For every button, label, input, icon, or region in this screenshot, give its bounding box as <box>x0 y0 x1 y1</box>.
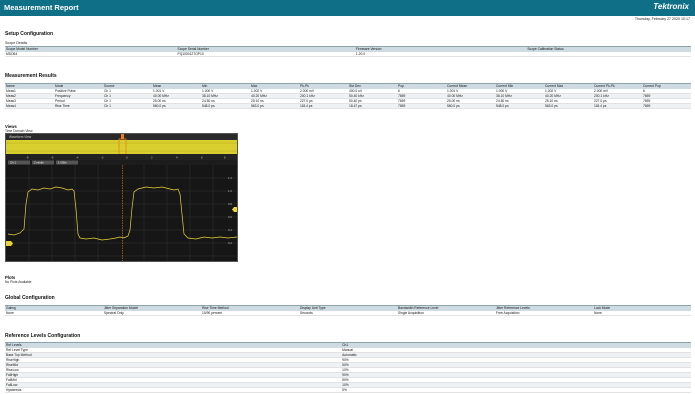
svg-text:0.2: 0.2 <box>228 241 232 245</box>
results-table: Name Mode Source Mean Min Max Pk-Pk Std … <box>5 83 691 109</box>
table-cell: 1.20.0 <box>354 51 527 57</box>
channel-1-offset-marker[interactable] <box>6 241 13 246</box>
svg-text:-6: -6 <box>51 156 54 160</box>
svg-text:0.8: 0.8 <box>228 202 232 206</box>
table-cell: None <box>593 310 691 316</box>
table-cell: Meas4 <box>5 103 54 109</box>
table-cell <box>526 51 691 57</box>
reference-levels-table: Ref Levels Ch1 Ref Level Type Manual Base… <box>5 342 691 393</box>
table-cell: 7659 <box>397 103 446 109</box>
table-row: Meas4 Rise Time Ch 1 560.0 ps 548.0 ps 5… <box>5 103 691 109</box>
table-cell: 18.47 ps <box>348 103 397 109</box>
svg-text:-2: -2 <box>101 156 104 160</box>
report-date: Thursday, February 27 2020 10:17 <box>634 17 690 21</box>
svg-text:0.6: 0.6 <box>228 215 232 219</box>
table-cell: Seconds <box>299 310 397 316</box>
reference-section-title: Reference Levels Configuration <box>5 333 81 339</box>
svg-text:1.2: 1.2 <box>228 176 232 180</box>
brand-logo: Tektronix <box>653 2 689 11</box>
table-cell: 118.4 ps <box>299 103 348 109</box>
table-cell: Free Acquisition <box>495 310 593 316</box>
table-cell: 5% <box>341 387 691 393</box>
channel-badge-label: Ch 1 <box>10 161 16 165</box>
time-axis-bar <box>6 154 237 160</box>
waveform-view-badge: Waveform View <box>9 135 32 139</box>
report-banner: Measurement Report Tektronix <box>0 0 695 16</box>
global-config-table: Gating Jitter Separation Model Rise Time… <box>5 305 691 316</box>
table-cell: Ch 1 <box>103 103 152 109</box>
svg-text:-8: -8 <box>26 156 29 160</box>
no-plots-note: No Plots Available <box>5 280 32 284</box>
table-cell: 563.0 ps <box>250 103 299 109</box>
svg-text:-4: -4 <box>76 156 79 160</box>
table-row: None Spectral Only 10/90 percent Seconds… <box>5 310 691 316</box>
trigger-position-marker[interactable] <box>121 134 124 139</box>
table-cell: 7659 <box>642 103 691 109</box>
trigger-level-marker[interactable] <box>232 207 238 212</box>
table-cell: 560.0 ps <box>152 103 201 109</box>
table-cell: 563.0 ps <box>544 103 593 109</box>
waveform-view: Waveform View -8 -6 -4 -2 0 2 468 Ch 1 2 ns/… <box>6 134 238 261</box>
oscilloscope-screenshot: Waveform View -8 -6 -4 -2 0 2 468 Ch 1 2 ns/… <box>5 133 238 262</box>
table-cell: 548.0 ps <box>495 103 544 109</box>
table-cell: Rise Time <box>54 103 103 109</box>
report-title: Measurement Report <box>4 3 79 12</box>
time-domain-view-label: Time Domain View <box>5 128 33 133</box>
scope-details-label: Scope Details <box>5 41 28 45</box>
timebase-badge-label: 2 ns/div <box>34 161 44 165</box>
table-cell: PQ100012TOP10 <box>176 51 355 57</box>
vertical-scale-labels: 1.2 1.0 0.8 0.6 0.4 0.2 <box>228 176 232 245</box>
record-overview-strip <box>6 140 237 154</box>
table-cell: 560.0 ps <box>446 103 495 109</box>
results-section-title: Measurement Results <box>5 73 57 79</box>
table-cell: 10/90 percent <box>201 310 299 316</box>
svg-text:0.4: 0.4 <box>228 228 232 232</box>
setup-section-title: Setup Configuration <box>5 31 54 37</box>
global-section-title: Global Configuration <box>5 295 55 301</box>
table-row: MSO64 PQ100012TOP10 1.20.0 <box>5 51 691 57</box>
graticule <box>6 165 237 261</box>
svg-text:1.0: 1.0 <box>228 189 232 193</box>
table-cell: None <box>5 310 103 316</box>
setup-table: Scope Model Number Scope Serial Number F… <box>5 46 691 57</box>
table-cell: 548.0 ps <box>201 103 250 109</box>
table-cell: MSO64 <box>5 51 177 57</box>
table-cell: Hysteresis <box>5 387 342 393</box>
table-row: Hysteresis 5% <box>5 387 691 393</box>
table-cell: Single Acquisition <box>397 310 495 316</box>
sample-rate-badge-label: 1 GS/s <box>58 161 67 165</box>
table-cell: 118.4 ps <box>593 103 642 109</box>
table-cell: Spectral Only <box>103 310 201 316</box>
